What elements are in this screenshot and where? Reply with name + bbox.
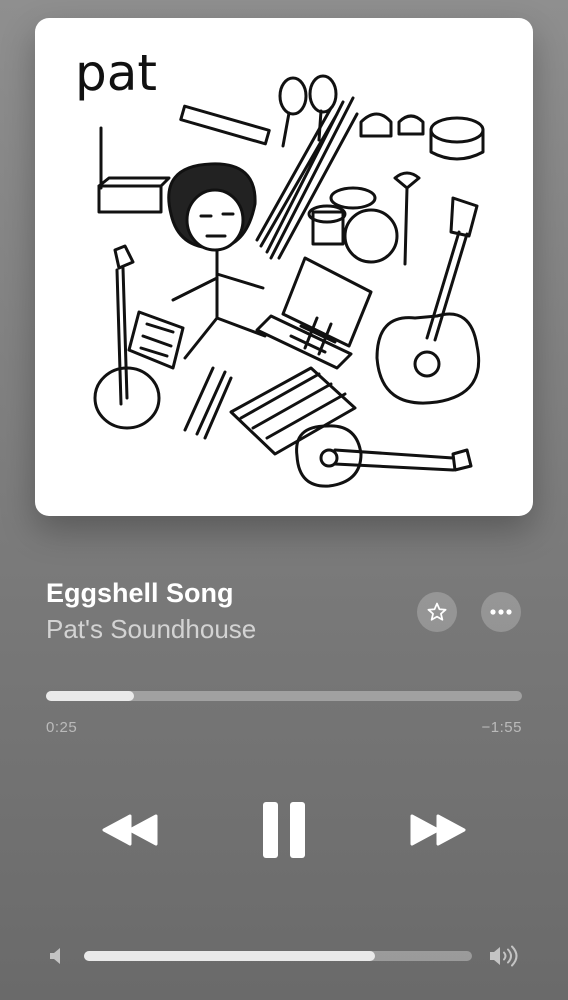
fast-forward-button[interactable] <box>406 806 470 854</box>
favorite-button[interactable] <box>417 592 457 632</box>
playback-progress-bar[interactable] <box>46 691 522 701</box>
more-options-button[interactable] <box>481 592 521 632</box>
playback-progress-fill <box>46 691 135 701</box>
pause-button[interactable] <box>254 798 314 862</box>
star-icon <box>427 602 447 621</box>
elapsed-time: 0:25 <box>46 719 78 736</box>
album-artwork: pat <box>35 18 533 516</box>
song-title: Eggshell Song <box>46 578 234 608</box>
rewind-button[interactable] <box>98 806 162 854</box>
artist-name[interactable]: Pat's Soundhouse <box>46 614 256 645</box>
pause-icon <box>263 802 305 858</box>
volume-slider[interactable] <box>84 951 472 961</box>
artwork-label: pat <box>75 44 157 102</box>
speaker-high-icon <box>490 945 518 967</box>
rewind-icon <box>102 814 158 846</box>
remaining-time: −1:55 <box>481 719 522 736</box>
speaker-low-icon <box>50 948 60 964</box>
fast-forward-icon <box>410 814 466 846</box>
volume-slider-fill <box>84 951 375 961</box>
ellipsis-icon <box>490 609 512 615</box>
